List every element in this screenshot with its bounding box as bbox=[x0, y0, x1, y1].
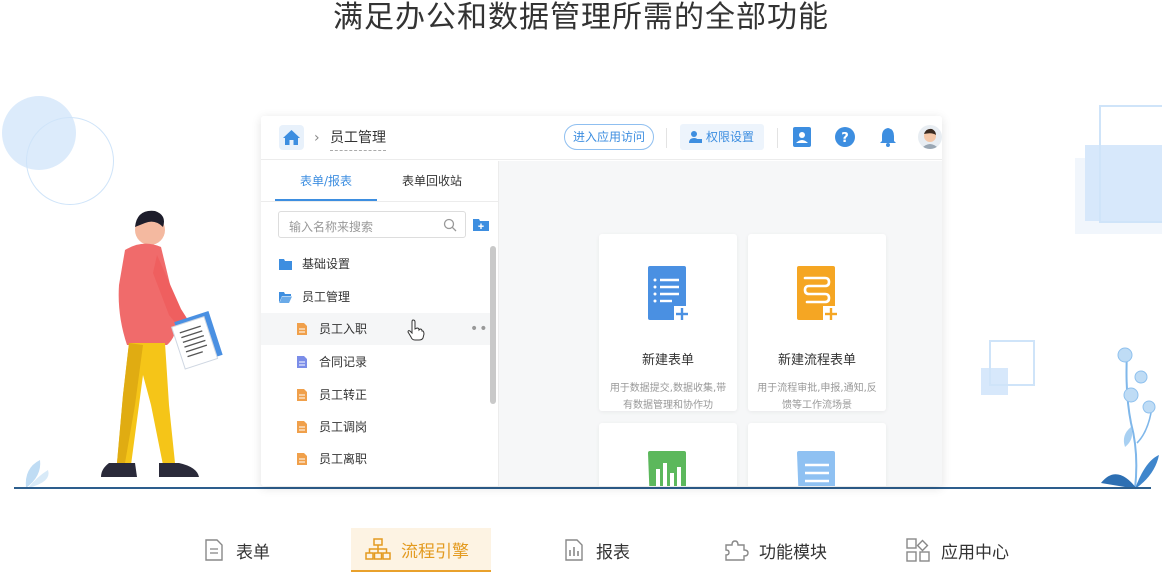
tab-recycle-bin[interactable]: 表单回收站 bbox=[377, 161, 487, 201]
nav-label: 功能模块 bbox=[759, 542, 827, 563]
avatar-face-icon bbox=[921, 128, 939, 149]
tree-label: 基础设置 bbox=[302, 257, 351, 271]
tree-label: 员工调岗 bbox=[319, 420, 368, 434]
app-window: › 员工管理 进入应用访问 权限设置 ? 表单/报表 表单回收站 输入名称来搜索… bbox=[261, 116, 942, 486]
tree-folder-employee-management[interactable]: 员工管理 bbox=[261, 281, 491, 313]
folder-open-icon bbox=[279, 292, 292, 303]
tab-divider bbox=[261, 201, 499, 202]
app-topbar: › 员工管理 进入应用访问 权限设置 ? bbox=[261, 116, 942, 160]
search-field[interactable]: 输入名称来搜索 bbox=[278, 211, 466, 238]
form-file-icon bbox=[297, 389, 307, 401]
tree-item-transfer[interactable]: 员工调岗 bbox=[261, 411, 491, 443]
new-form-card[interactable]: 新建表单 用于数据提交,数据收集,带有数据管理和协作功 bbox=[599, 234, 737, 411]
contract-file-icon bbox=[297, 356, 307, 368]
contacts-icon[interactable] bbox=[791, 126, 813, 148]
nav-label: 流程引擎 bbox=[401, 541, 469, 562]
form-icon bbox=[648, 266, 690, 322]
nav-label: 报表 bbox=[596, 542, 630, 563]
new-flow-form-card[interactable]: 新建流程表单 用于流程审批,申报,通知,反馈等工作流场景 bbox=[748, 234, 886, 411]
tree-label: 员工转正 bbox=[319, 388, 368, 402]
nav-item-reports[interactable]: 报表 bbox=[562, 528, 642, 572]
form-file-icon bbox=[297, 323, 307, 335]
new-folder-icon[interactable] bbox=[473, 217, 489, 231]
report-icon bbox=[648, 451, 686, 486]
user-lock-icon bbox=[689, 131, 702, 143]
walking-person-illustration bbox=[101, 210, 223, 477]
decor-small-square-outline bbox=[989, 340, 1035, 386]
hand-pointer-cursor-icon bbox=[407, 319, 425, 341]
tree-item-contract-records[interactable]: 合同记录 bbox=[261, 346, 491, 378]
card-title: 新建表单 bbox=[641, 353, 694, 368]
plant-decoration bbox=[1101, 347, 1159, 490]
card-description: 用于流程审批,申报,通知,反馈等工作流场景 bbox=[757, 383, 877, 411]
user-avatar[interactable] bbox=[918, 125, 942, 149]
folder-icon bbox=[279, 259, 292, 270]
report-chart-icon bbox=[565, 539, 583, 561]
flow-form-icon bbox=[797, 266, 839, 322]
nav-item-app-center[interactable]: 应用中心 bbox=[905, 528, 1025, 572]
tab-forms-reports[interactable]: 表单/报表 bbox=[275, 161, 377, 201]
divider bbox=[666, 128, 667, 148]
decor-square-outline bbox=[1099, 105, 1162, 223]
new-report-card[interactable] bbox=[599, 423, 737, 486]
form-doc-icon bbox=[205, 539, 223, 561]
divider bbox=[777, 128, 778, 148]
permission-settings-button[interactable]: 权限设置 bbox=[680, 124, 764, 150]
sidebar: 表单/报表 表单回收站 输入名称来搜索 基础设置 员工管理 员工入职 ••• 合… bbox=[261, 161, 499, 486]
form-file-icon bbox=[297, 421, 307, 433]
nav-label: 表单 bbox=[236, 542, 270, 563]
enter-app-button[interactable]: 进入应用访问 bbox=[564, 124, 654, 150]
feature-nav: 表单 流程引擎 报表 功能模块 应用中心 bbox=[0, 528, 1162, 573]
tree-label: 员工管理 bbox=[302, 290, 351, 304]
page-headline: 满足办公和数据管理所需的全部功能 bbox=[333, 0, 829, 35]
main-content: 新建表单 用于数据提交,数据收集,带有数据管理和协作功 新建流程表单 用于流程审… bbox=[499, 161, 942, 486]
nav-item-forms[interactable]: 表单 bbox=[202, 528, 282, 572]
permission-settings-label: 权限设置 bbox=[706, 130, 755, 144]
tree-label: 员工离职 bbox=[319, 452, 368, 466]
chevron-right-icon: › bbox=[314, 130, 320, 146]
grid-apps-icon bbox=[906, 538, 930, 562]
list-icon bbox=[797, 451, 835, 486]
tree-item-onboarding[interactable]: 员工入职 ••• bbox=[261, 313, 497, 345]
search-placeholder: 输入名称来搜索 bbox=[289, 220, 374, 234]
card-description: 用于数据提交,数据收集,带有数据管理和协作功 bbox=[609, 383, 727, 411]
tree-item-resignation[interactable]: 员工离职 bbox=[261, 443, 491, 475]
home-icon[interactable] bbox=[279, 125, 304, 150]
hierarchy-icon bbox=[365, 538, 391, 560]
puzzle-icon bbox=[725, 540, 749, 561]
ground-line bbox=[14, 487, 1151, 489]
card-title: 新建流程表单 bbox=[777, 353, 856, 368]
tree-folder-basic-settings[interactable]: 基础设置 bbox=[261, 248, 491, 280]
tree-label: 员工入职 bbox=[319, 322, 368, 336]
nav-label: 应用中心 bbox=[941, 542, 1009, 563]
sidebar-scrollbar[interactable] bbox=[490, 246, 496, 404]
tree-item-regularization[interactable]: 员工转正 bbox=[261, 379, 491, 411]
nav-item-modules[interactable]: 功能模块 bbox=[723, 528, 843, 572]
new-list-card[interactable] bbox=[748, 423, 886, 486]
svg-text:?: ? bbox=[841, 131, 849, 146]
nav-item-workflow[interactable]: 流程引擎 bbox=[351, 528, 491, 572]
help-icon[interactable]: ? bbox=[834, 126, 856, 148]
notification-bell-icon[interactable] bbox=[877, 126, 899, 148]
leaf-decoration bbox=[25, 460, 49, 488]
tree-label: 合同记录 bbox=[319, 355, 368, 369]
breadcrumb-current[interactable]: 员工管理 bbox=[330, 127, 386, 151]
form-file-icon bbox=[297, 453, 307, 465]
decor-circle-outline bbox=[26, 117, 114, 205]
search-icon[interactable] bbox=[443, 218, 457, 232]
